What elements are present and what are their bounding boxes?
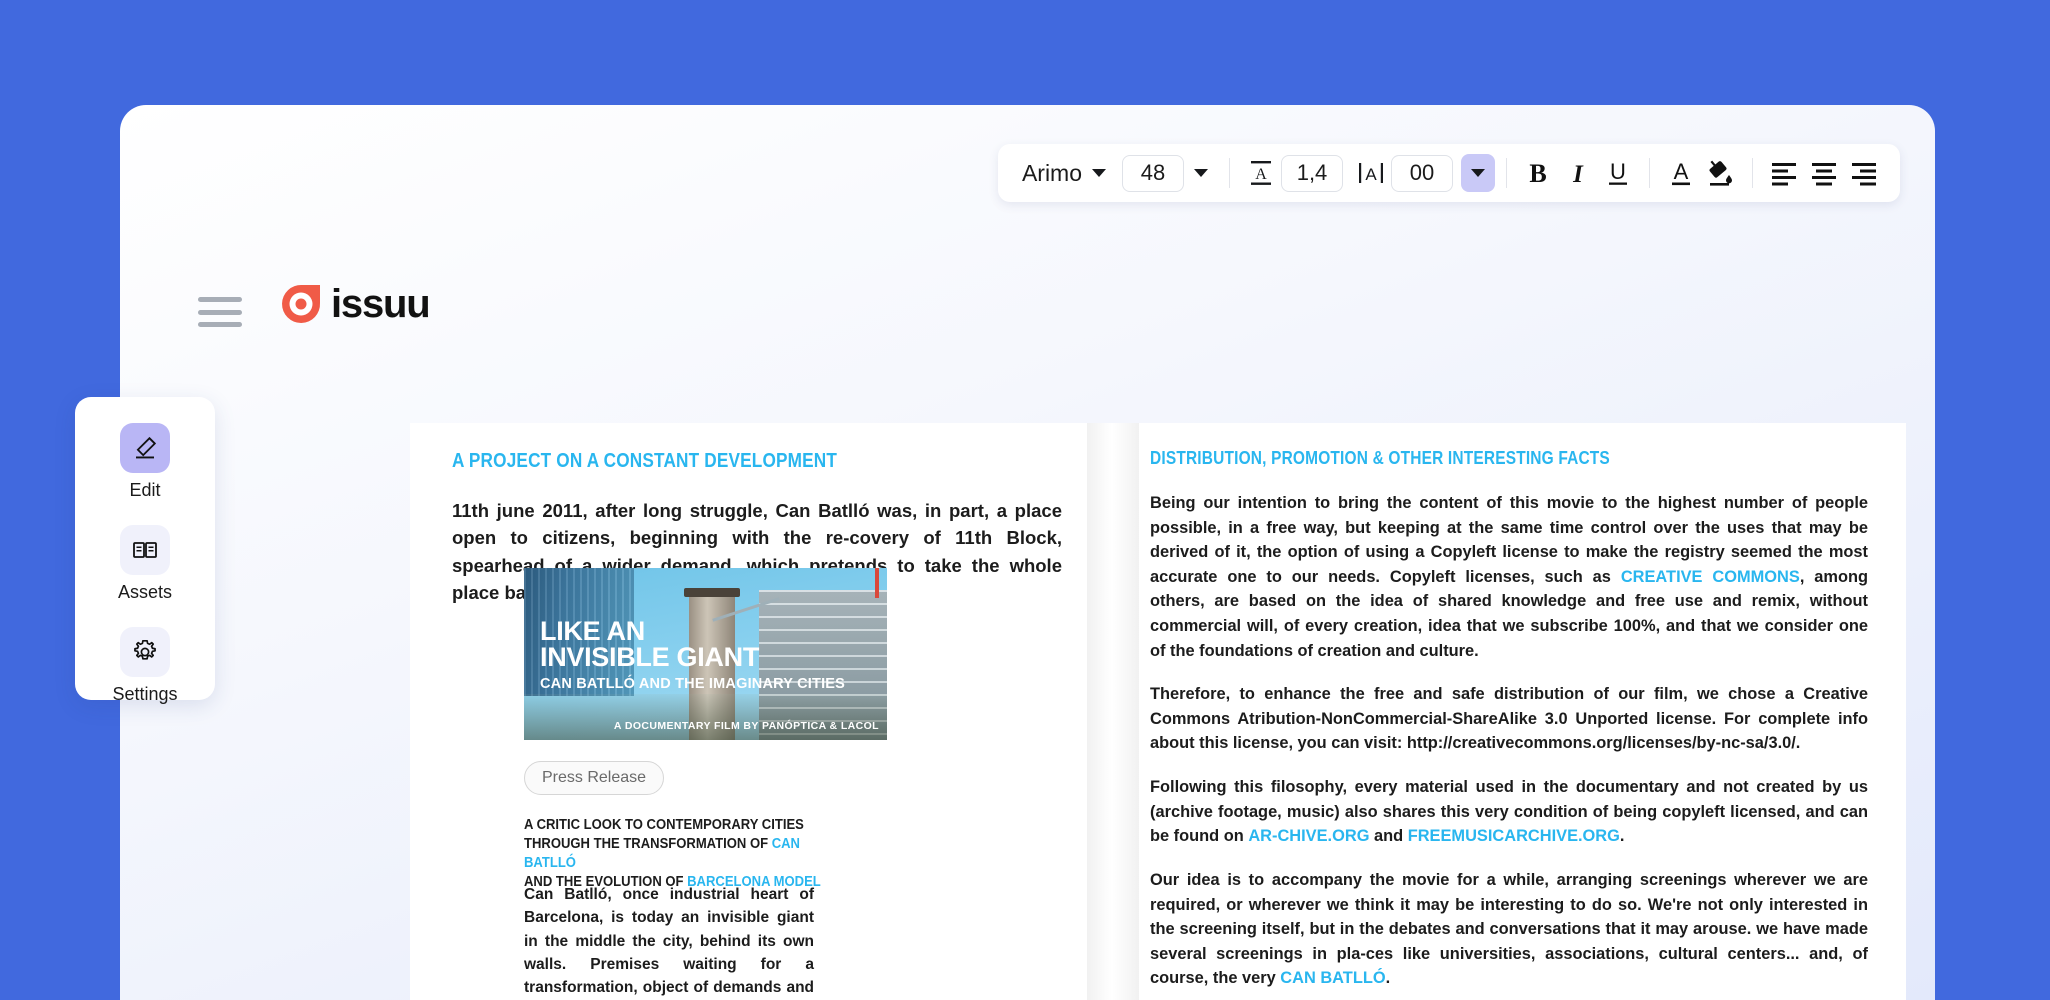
book-icon <box>120 525 170 575</box>
svg-text:A: A <box>1255 166 1267 183</box>
underline-button[interactable]: U <box>1598 153 1638 193</box>
toolbar-divider <box>1752 158 1753 188</box>
svg-text:I: I <box>1572 161 1584 187</box>
film-poster-image: LIKE AN INVISIBLE GIANT CAN BATLLÓ AND T… <box>524 568 887 740</box>
right-paragraph-4: Our idea is to accompany the movie for a… <box>1150 868 1868 991</box>
poster-title-line1: LIKE AN <box>540 616 645 646</box>
poster-title-line2: INVISIBLE GIANT <box>540 642 760 673</box>
sidebar-label-settings: Settings <box>112 684 178 704</box>
chevron-down-icon <box>1092 169 1106 177</box>
text-options-dropdown[interactable] <box>1461 154 1495 192</box>
bold-button[interactable]: B <box>1518 153 1558 193</box>
caption-line-2: THROUGH THE TRANSFORMATION OF CAN BATLLÓ <box>524 835 821 873</box>
link-archive-org[interactable]: AR-CHIVE.ORG <box>1248 827 1369 845</box>
right-page-heading: DISTRIBUTION, PROMOTION & OTHER INTEREST… <box>1150 448 1610 468</box>
document-page-right[interactable]: DISTRIBUTION, PROMOTION & OTHER INTEREST… <box>1110 423 1906 1000</box>
font-family-select[interactable]: Arimo <box>1014 154 1114 192</box>
sidebar-item-settings[interactable]: Settings <box>112 627 178 721</box>
hamburger-bar <box>198 322 242 327</box>
right-p4-text-b: . <box>1385 969 1391 988</box>
sidebar-item-assets[interactable]: Assets <box>118 525 172 619</box>
align-right-button[interactable] <box>1844 153 1884 193</box>
line-height-value: 1,4 <box>1296 160 1328 185</box>
chevron-down-icon <box>1471 169 1485 177</box>
right-p4-text-a: Our idea is to accompany the movie for a… <box>1150 870 1868 988</box>
tool-sidebar: Edit Assets Settings <box>75 397 215 704</box>
document-page-left[interactable]: A PROJECT ON A CONSTANT DEVELOPMENT 11th… <box>410 423 1110 1000</box>
hamburger-icon[interactable] <box>198 297 242 327</box>
document-canvas[interactable]: A PROJECT ON A CONSTANT DEVELOPMENT 11th… <box>410 423 1906 1000</box>
right-paragraph-1: Being our intention to bring the content… <box>1150 491 1868 663</box>
toolbar-divider <box>1506 158 1507 188</box>
fill-color-button[interactable] <box>1701 153 1741 193</box>
link-can-batllo[interactable]: CAN BATLLÓ <box>1280 969 1385 987</box>
caption-line-1: A CRITIC LOOK TO CONTEMPORARY CITIES <box>524 817 804 833</box>
poster-crane-mast <box>875 568 879 598</box>
right-paragraph-2: Therefore, to enhance the free and safe … <box>1150 685 1868 753</box>
line-height-icon[interactable]: A <box>1241 153 1281 193</box>
issuu-logo-text: issuu <box>331 282 431 326</box>
font-size-value: 48 <box>1140 160 1166 185</box>
italic-button[interactable]: I <box>1558 153 1598 193</box>
poster-credit: A DOCUMENTARY FILM BY PANÓPTICA & LACOL <box>613 720 879 732</box>
issuu-logo[interactable]: issuu <box>280 282 431 326</box>
font-family-value: Arimo <box>1021 159 1082 186</box>
link-creative-commons[interactable]: CREATIVE COMMONS <box>1621 568 1800 586</box>
left-page-heading: A PROJECT ON A CONSTANT DEVELOPMENT <box>452 450 838 472</box>
issuu-logo-icon <box>280 283 322 325</box>
letter-spacing-value: 00 <box>1409 160 1435 185</box>
poster-subtitle: CAN BATLLÓ AND THE IMAGINARY CITIES <box>540 675 846 692</box>
left-column-paragraph-1: Can Batlló, once industrial heart of Bar… <box>524 886 814 996</box>
hamburger-bar <box>198 297 242 302</box>
left-page-caption: A CRITIC LOOK TO CONTEMPORARY CITIES THR… <box>524 816 821 893</box>
app-window: issuu Arimo 48 A 1,4 A 00 B I U A A PROJ… <box>120 105 1935 1000</box>
letter-spacing-input[interactable]: 00 <box>1391 154 1453 192</box>
gear-icon <box>119 627 170 677</box>
letter-spacing-icon[interactable]: A <box>1351 153 1391 193</box>
caption-line-2-text: THROUGH THE TRANSFORMATION OF <box>524 836 772 853</box>
svg-text:A: A <box>1365 165 1377 184</box>
right-p3-text-b: . <box>1619 827 1625 846</box>
left-page-column: Can Batlló, once industrial heart of Bar… <box>524 883 814 1000</box>
poster-trees <box>524 694 887 740</box>
sidebar-item-edit[interactable]: Edit <box>120 423 170 517</box>
text-color-button[interactable]: A <box>1661 153 1701 193</box>
toolbar-divider <box>1649 158 1650 188</box>
align-center-button[interactable] <box>1804 153 1844 193</box>
toolbar-divider <box>1229 158 1230 188</box>
screen: issuu Arimo 48 A 1,4 A 00 B I U A A PROJ… <box>0 0 2050 1000</box>
right-paragraph-3: Following this filosophy, every material… <box>1150 775 1868 849</box>
poster-title-block: LIKE AN INVISIBLE GIANT CAN BATLLÓ AND T… <box>540 616 846 692</box>
right-p3-text-mid: and <box>1369 827 1408 846</box>
font-size-input[interactable]: 48 <box>1122 154 1184 192</box>
formatting-toolbar: Arimo 48 A 1,4 A 00 B I U A <box>997 144 1900 202</box>
line-height-input[interactable]: 1,4 <box>1281 154 1343 192</box>
pencil-icon <box>120 423 170 473</box>
press-release-badge: Press Release <box>524 761 665 795</box>
hamburger-bar <box>198 309 242 315</box>
svg-text:A: A <box>1674 159 1689 184</box>
font-size-dropdown[interactable] <box>1184 154 1218 192</box>
svg-text:B: B <box>1529 159 1546 187</box>
right-page-body: Being our intention to bring the content… <box>1150 491 1868 1000</box>
top-bar: issuu Arimo 48 A 1,4 A 00 B I U A <box>120 105 1935 327</box>
link-freemusicarchive-org[interactable]: FREEMUSICARCHIVE.ORG <box>1408 827 1620 845</box>
sidebar-label-edit: Edit <box>129 480 161 500</box>
chevron-down-icon <box>1194 169 1208 177</box>
align-left-button[interactable] <box>1764 153 1804 193</box>
svg-text:U: U <box>1610 159 1626 184</box>
sidebar-label-assets: Assets <box>117 582 173 602</box>
